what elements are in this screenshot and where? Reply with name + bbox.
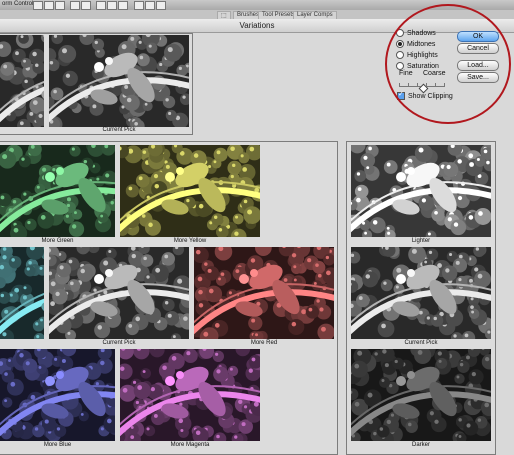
berries-photo-graphic <box>0 247 44 339</box>
arrange-icon[interactable] <box>156 1 166 10</box>
berries-photo-graphic <box>0 145 115 237</box>
highlight-circle-annotation <box>385 4 511 124</box>
distribute-middle-icon[interactable] <box>81 1 91 10</box>
berries-photo-graphic <box>351 349 491 441</box>
berries-photo-graphic <box>351 247 491 339</box>
auto-align-icon[interactable] <box>134 1 144 10</box>
distribute-right-icon[interactable] <box>118 1 128 10</box>
lighter-caption: Lighter <box>351 238 491 244</box>
current-pick-right-caption: Current Pick <box>351 340 491 346</box>
berries-photo-graphic <box>120 349 260 441</box>
berries-photo-graphic <box>49 35 189 127</box>
current-pick-thumbnail-center[interactable] <box>49 247 189 339</box>
more-red-caption: More Red <box>194 340 334 346</box>
darker-thumbnail[interactable] <box>351 349 491 441</box>
distribute-left-icon[interactable] <box>107 1 117 10</box>
more-red-thumbnail[interactable] <box>194 247 334 339</box>
align-center-icon[interactable] <box>44 1 54 10</box>
lighter-thumbnail[interactable] <box>351 145 491 237</box>
current-pick-center-caption: Current Pick <box>49 340 189 346</box>
align-left-icon[interactable] <box>33 1 43 10</box>
more-green-caption: More Green <box>0 238 115 244</box>
more-blue-caption: More Blue <box>0 442 115 448</box>
more-cyan-thumbnail[interactable] <box>0 247 44 339</box>
original-thumbnail[interactable] <box>0 35 44 127</box>
berries-photo-graphic <box>49 247 189 339</box>
distribute-bottom-icon[interactable] <box>96 1 106 10</box>
more-magenta-thumbnail[interactable] <box>120 349 260 441</box>
more-yellow-thumbnail[interactable] <box>120 145 260 237</box>
toolbar-menu-label[interactable]: orm Controls <box>2 1 36 7</box>
darker-caption: Darker <box>351 442 491 448</box>
berries-photo-graphic <box>351 145 491 237</box>
current-pick-thumbnail-top[interactable] <box>49 35 189 127</box>
auto-blend-icon[interactable] <box>145 1 155 10</box>
more-blue-thumbnail[interactable] <box>0 349 115 441</box>
berries-photo-graphic <box>120 145 260 237</box>
current-pick-thumbnail-right[interactable] <box>351 247 491 339</box>
berries-photo-graphic <box>0 349 115 441</box>
berries-photo-graphic <box>0 35 44 127</box>
more-green-thumbnail[interactable] <box>0 145 115 237</box>
more-magenta-caption: More Magenta <box>120 442 260 448</box>
align-right-icon[interactable] <box>55 1 65 10</box>
berries-photo-graphic <box>194 247 334 339</box>
more-yellow-caption: More Yellow <box>120 238 260 244</box>
current-pick-top-caption: Current Pick <box>49 127 189 133</box>
distribute-top-icon[interactable] <box>70 1 80 10</box>
